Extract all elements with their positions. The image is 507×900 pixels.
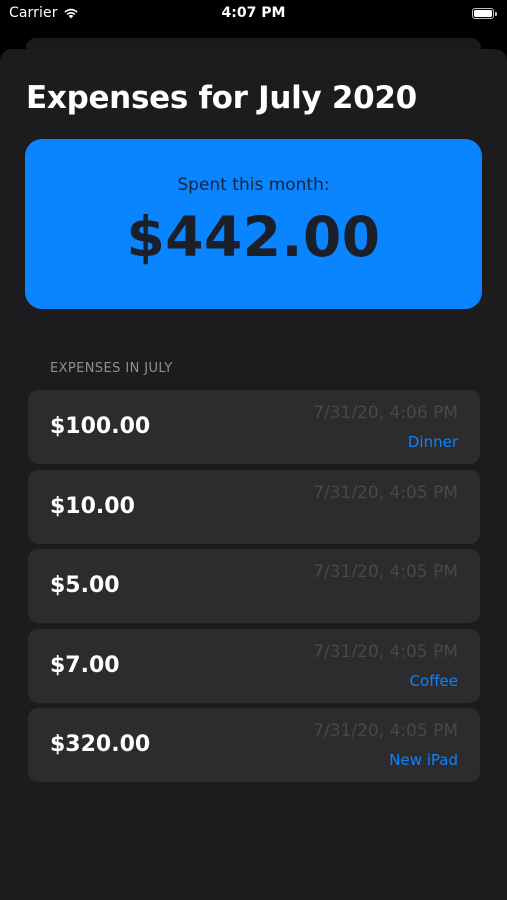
expense-row[interactable]: $5.00 7/31/20, 4:05 PM [28, 549, 480, 623]
summary-card: Spent this month: $442.00 [25, 139, 482, 309]
expense-amount: $5.00 [50, 573, 120, 598]
expense-row[interactable]: $320.00 7/31/20, 4:05 PM New iPad [28, 708, 480, 782]
expense-date: 7/31/20, 4:05 PM [313, 482, 458, 503]
expense-date: 7/31/20, 4:05 PM [313, 562, 458, 582]
section-header: EXPENSES IN JULY [50, 361, 173, 376]
status-time: 4:07 PM [221, 5, 286, 21]
page-title: Expenses for July 2020 [26, 80, 417, 116]
summary-total: $442.00 [126, 205, 381, 269]
expense-row[interactable]: $10.00 7/31/20, 4:05 PM [28, 469, 480, 544]
battery-icon [472, 8, 498, 20]
expense-row[interactable]: $7.00 7/31/20, 4:05 PM Coffee [28, 628, 480, 703]
expense-row[interactable]: $100.00 7/31/20, 4:06 PM Dinner [28, 390, 480, 464]
status-bar: Carrier 4:07 PM [0, 0, 507, 30]
expense-date: 7/31/20, 4:06 PM [313, 403, 458, 423]
expense-amount: $100.00 [50, 414, 151, 439]
expense-amount: $10.00 [50, 493, 135, 519]
expense-note: New iPad [389, 751, 458, 769]
expense-note: Dinner [407, 433, 458, 451]
expense-list: $100.00 7/31/20, 4:06 PM Dinner $10.00 7… [28, 390, 480, 788]
expense-amount: $320.00 [50, 732, 151, 757]
expense-date: 7/31/20, 4:05 PM [313, 641, 458, 662]
expense-note: Coffee [409, 671, 458, 690]
summary-label: Spent this month: [177, 175, 330, 195]
expense-date: 7/31/20, 4:05 PM [313, 721, 458, 741]
expense-amount: $7.00 [50, 652, 120, 678]
